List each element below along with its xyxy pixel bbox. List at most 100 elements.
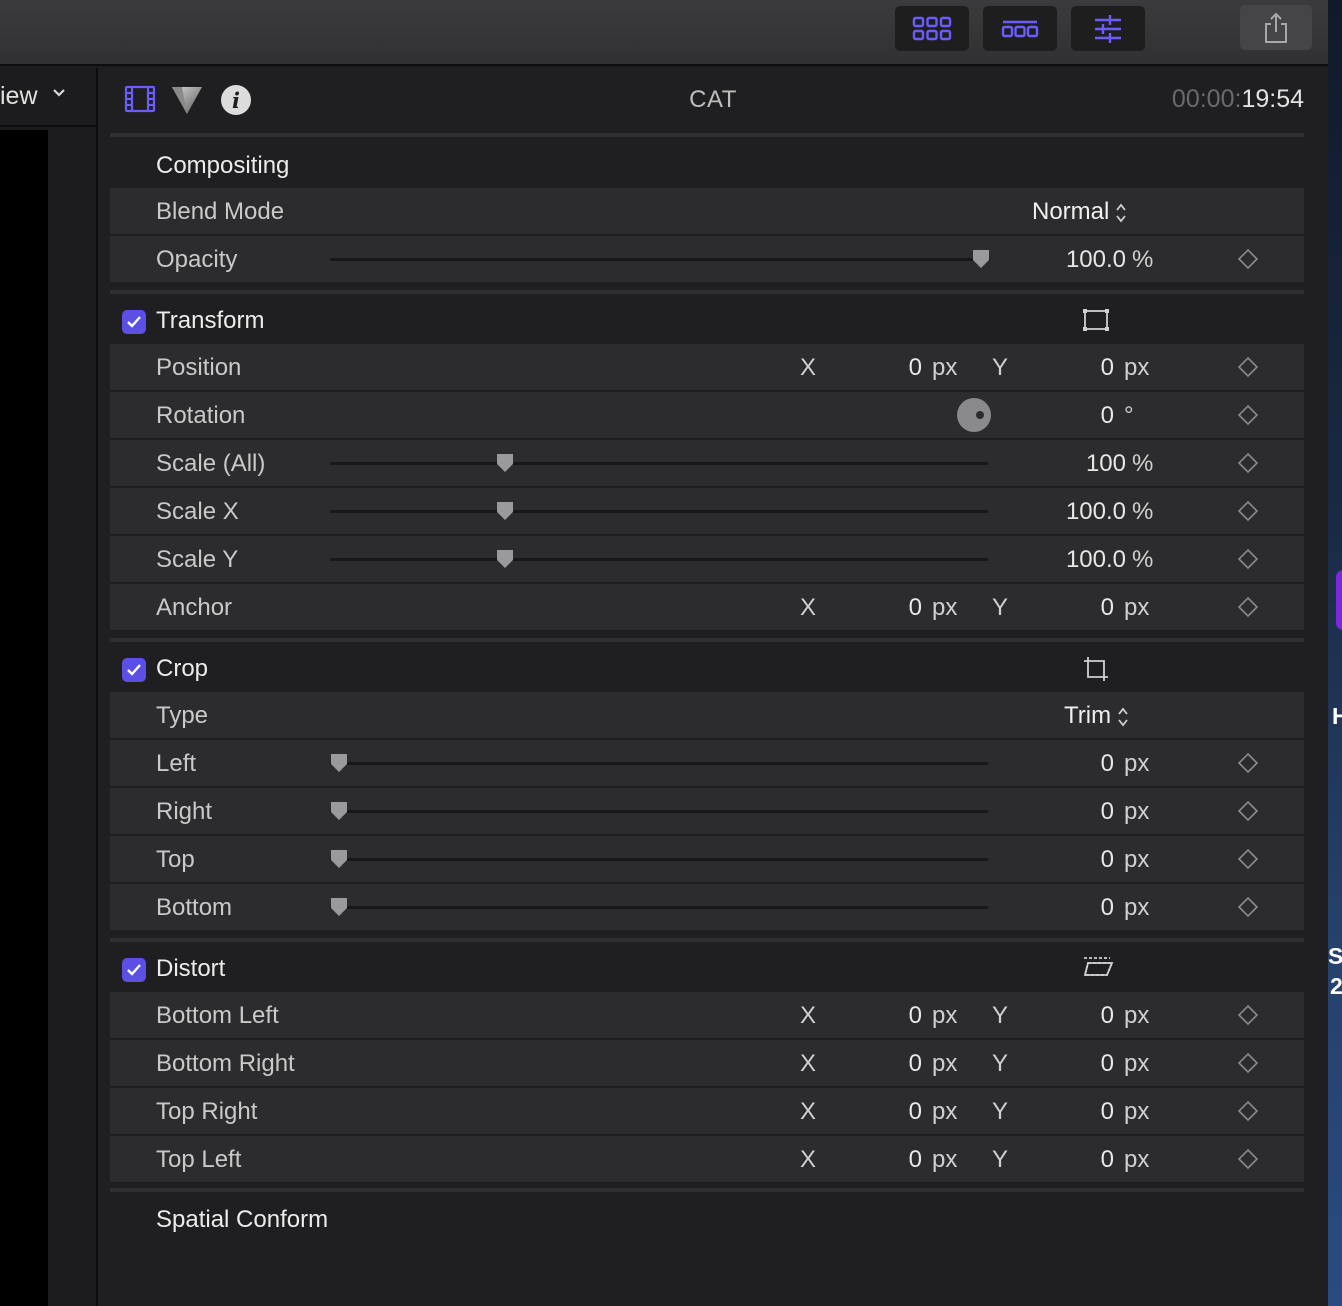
crop-bottom-value[interactable]: 0	[1062, 894, 1114, 922]
row-crop-type: Type Trim	[110, 692, 1304, 738]
corner-y-value[interactable]: 0	[1062, 1146, 1114, 1174]
keyframe-diamond-icon[interactable]	[1238, 549, 1258, 569]
section-header-spatial-conform[interactable]: Spatial Conform	[156, 1206, 328, 1234]
crop-type-popup[interactable]: Trim	[1064, 702, 1129, 730]
scale-y-slider[interactable]	[330, 550, 988, 568]
section-divider	[110, 638, 1304, 642]
axis-label: X	[800, 1146, 817, 1173]
section-header-transform[interactable]: Transform	[110, 297, 1304, 345]
viewer-canvas	[0, 130, 48, 1306]
popup-arrows-icon	[1116, 203, 1127, 223]
position-y-value[interactable]: 0	[1062, 354, 1114, 382]
row-label: Anchor	[156, 594, 233, 621]
checkmark-icon	[127, 316, 141, 328]
row-distort-corner: Bottom Left X 0 px Y 0 px	[110, 992, 1304, 1038]
slider-thumb[interactable]	[330, 753, 348, 773]
rotation-dial[interactable]	[957, 398, 991, 432]
row-scale-all: Scale (All) 100 %	[110, 440, 1304, 486]
opacity-slider[interactable]	[330, 250, 990, 268]
share-button[interactable]	[1240, 5, 1312, 50]
corner-x-value[interactable]: 0	[870, 1050, 922, 1078]
corner-x-value[interactable]: 0	[870, 1146, 922, 1174]
crop-onscreen-icon[interactable]	[1082, 655, 1110, 683]
corner-x-value[interactable]: 0	[870, 1098, 922, 1126]
desktop-text-fragment: H	[1332, 703, 1342, 729]
inspector-sliders-icon	[1095, 14, 1121, 43]
scale-y-value[interactable]: 100.0	[1030, 546, 1126, 574]
row-label: Position	[156, 354, 242, 381]
row-label: Scale (All)	[156, 450, 266, 477]
keyframe-diamond-icon[interactable]	[1238, 357, 1258, 377]
crop-checkbox[interactable]	[122, 658, 146, 682]
keyframe-diamond-icon[interactable]	[1238, 501, 1258, 521]
corner-y-value[interactable]: 0	[1062, 1050, 1114, 1078]
unit-label: px	[1124, 1050, 1150, 1077]
keyframe-diamond-icon[interactable]	[1238, 897, 1258, 917]
blend-mode-popup[interactable]: Normal	[1032, 198, 1127, 226]
opacity-value[interactable]: 100.0	[1030, 246, 1126, 274]
slider-thumb[interactable]	[330, 849, 348, 869]
crop-bottom-slider[interactable]	[330, 898, 988, 916]
anchor-y-value[interactable]: 0	[1062, 594, 1114, 622]
scale-x-slider[interactable]	[330, 502, 988, 520]
scale-x-value[interactable]: 100.0	[1030, 498, 1126, 526]
crop-left-slider[interactable]	[330, 754, 988, 772]
crop-right-value[interactable]: 0	[1062, 798, 1114, 826]
browser-toggle-button[interactable]	[895, 6, 969, 51]
slider-thumb[interactable]	[496, 501, 514, 521]
row-crop-left: Left 0 px	[110, 740, 1304, 786]
checkmark-icon	[127, 664, 141, 676]
keyframe-diamond-icon[interactable]	[1238, 1053, 1258, 1073]
timecode-prefix: 00:00:	[1171, 85, 1242, 113]
crop-top-slider[interactable]	[330, 850, 988, 868]
keyframe-diamond-icon[interactable]	[1238, 405, 1258, 425]
slider-thumb[interactable]	[972, 249, 990, 269]
transform-onscreen-icon[interactable]	[1082, 307, 1110, 333]
inspector-toggle-button[interactable]	[1071, 6, 1145, 51]
scale-all-value[interactable]: 100	[1030, 450, 1126, 478]
position-x-value[interactable]: 0	[870, 354, 922, 382]
slider-thumb[interactable]	[496, 453, 514, 473]
corner-y-value[interactable]: 0	[1062, 1002, 1114, 1030]
crop-right-slider[interactable]	[330, 802, 988, 820]
timecode: 00:00:19:54	[1172, 85, 1304, 114]
transform-checkbox[interactable]	[122, 310, 146, 334]
crop-left-value[interactable]: 0	[1062, 750, 1114, 778]
unit-label: %	[1132, 246, 1154, 273]
rotation-value[interactable]: 0	[1062, 402, 1114, 430]
keyframe-diamond-icon[interactable]	[1238, 1149, 1258, 1169]
row-label: Top	[156, 846, 195, 873]
section-title: Crop	[156, 655, 209, 682]
axis-label: Y	[992, 1002, 1009, 1029]
slider-thumb[interactable]	[496, 549, 514, 569]
keyframe-diamond-icon[interactable]	[1238, 753, 1258, 773]
share-icon	[1265, 12, 1287, 43]
row-label: Blend Mode	[156, 198, 285, 225]
row-label: Rotation	[156, 402, 246, 429]
view-menu-label[interactable]: iew	[0, 82, 38, 111]
row-label: Scale X	[156, 498, 239, 525]
keyframe-diamond-icon[interactable]	[1238, 849, 1258, 869]
scale-all-slider[interactable]	[330, 454, 988, 472]
keyframe-diamond-icon[interactable]	[1238, 249, 1258, 269]
section-header-distort[interactable]: Distort	[110, 945, 1304, 993]
slider-thumb[interactable]	[330, 897, 348, 917]
corner-x-value[interactable]: 0	[870, 1002, 922, 1030]
keyframe-diamond-icon[interactable]	[1238, 1101, 1258, 1121]
keyframe-diamond-icon[interactable]	[1238, 801, 1258, 821]
axis-label: Y	[992, 594, 1009, 621]
chevron-down-icon[interactable]	[52, 88, 66, 98]
slider-thumb[interactable]	[330, 801, 348, 821]
distort-checkbox[interactable]	[122, 958, 146, 982]
keyframe-diamond-icon[interactable]	[1238, 597, 1258, 617]
section-header-crop[interactable]: Crop	[110, 645, 1304, 693]
anchor-x-value[interactable]: 0	[870, 594, 922, 622]
section-header-compositing[interactable]: Compositing	[110, 142, 1304, 190]
keyframe-diamond-icon[interactable]	[1238, 1005, 1258, 1025]
timeline-toggle-button[interactable]	[983, 6, 1057, 51]
unit-label: px	[932, 354, 958, 381]
distort-onscreen-icon[interactable]	[1082, 955, 1114, 979]
crop-top-value[interactable]: 0	[1062, 846, 1114, 874]
corner-y-value[interactable]: 0	[1062, 1098, 1114, 1126]
keyframe-diamond-icon[interactable]	[1238, 453, 1258, 473]
